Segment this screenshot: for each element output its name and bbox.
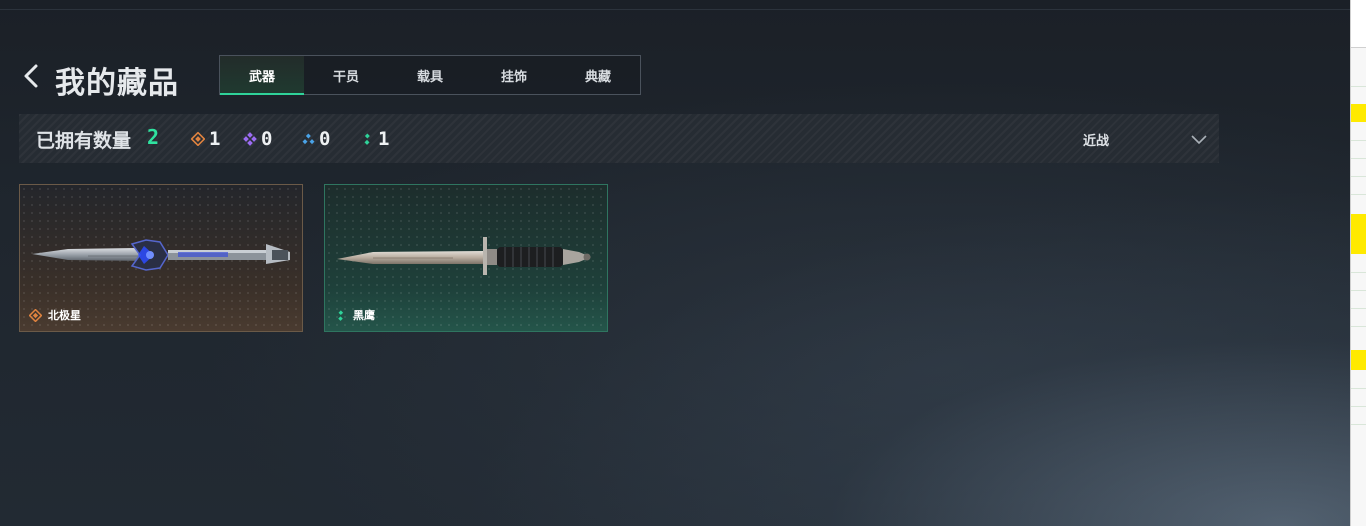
- top-divider: [0, 9, 1350, 10]
- rarity-purple-count: 0: [261, 128, 273, 150]
- item-name-row: 黑鹰: [334, 307, 375, 323]
- blue-triangle-icon: [302, 133, 315, 145]
- background-window-edge: [1350, 0, 1366, 526]
- tab-vehicles[interactable]: 载具: [388, 56, 472, 94]
- back-button[interactable]: [20, 62, 46, 90]
- sheet-gridline: [1351, 86, 1366, 87]
- sheet-highlight: [1351, 214, 1366, 254]
- item-name: 黑鹰: [353, 309, 375, 322]
- knife-image: [337, 237, 591, 275]
- purple-diamond-icon: [243, 132, 257, 146]
- sheet-gridline: [1351, 424, 1366, 425]
- sheet-highlight: [1351, 104, 1366, 122]
- item-card[interactable]: 北极星: [19, 184, 303, 332]
- sheet-gridline: [1351, 388, 1366, 389]
- sort-dropdown[interactable]: 近战: [1083, 128, 1208, 150]
- orange-diamond-icon: [191, 132, 205, 146]
- sheet-gridline: [1351, 272, 1366, 273]
- owned-count: 2: [147, 125, 160, 149]
- tab-charms[interactable]: 挂饰: [472, 56, 556, 94]
- owned-label: 已拥有数量: [36, 130, 132, 152]
- orange-diamond-icon: [29, 308, 42, 322]
- item-card[interactable]: 黑鹰: [324, 184, 608, 332]
- sheet-gridline: [1351, 176, 1366, 177]
- category-tabs: 武器 干员 载具 挂饰 典藏: [219, 55, 641, 95]
- item-name-row: 北极星: [29, 307, 81, 323]
- sheet-gridline: [1351, 308, 1366, 309]
- tab-collection[interactable]: 典藏: [556, 56, 640, 94]
- green-dots-icon: [364, 133, 370, 145]
- tab-operators[interactable]: 干员: [304, 56, 388, 94]
- rarity-green-count: 1: [378, 128, 390, 150]
- chevron-down-icon: [1191, 135, 1207, 145]
- stats-bar: 已拥有数量 2 1 0 0 1 近战: [19, 114, 1219, 163]
- window-edge-topbar: [1351, 0, 1366, 48]
- green-dots-icon: [338, 309, 344, 321]
- rarity-blue-count: 0: [319, 128, 331, 150]
- rarity-orange-count: 1: [209, 128, 221, 150]
- rarity-orange: 1: [191, 127, 220, 151]
- tab-weapons[interactable]: 武器: [220, 56, 304, 95]
- rarity-green: 1: [360, 127, 389, 151]
- sheet-gridline: [1351, 194, 1366, 195]
- item-name: 北极星: [48, 309, 81, 322]
- rarity-purple: 0: [243, 127, 272, 151]
- sheet-highlight: [1351, 350, 1366, 370]
- collection-page: 我的藏品 武器 干员 载具 挂饰 典藏 已拥有数量 2 1 0 0 1 近战 北…: [0, 0, 1350, 526]
- sheet-gridline: [1351, 158, 1366, 159]
- sheet-gridline: [1351, 326, 1366, 327]
- chevron-left-icon: [24, 64, 38, 88]
- sheet-gridline: [1351, 406, 1366, 407]
- knife-image: [32, 239, 290, 271]
- sheet-gridline: [1351, 290, 1366, 291]
- page-title: 我的藏品: [55, 66, 179, 101]
- rarity-blue: 0: [301, 127, 330, 151]
- sort-selected-value: 近战: [1083, 134, 1110, 149]
- sheet-gridline: [1351, 140, 1366, 141]
